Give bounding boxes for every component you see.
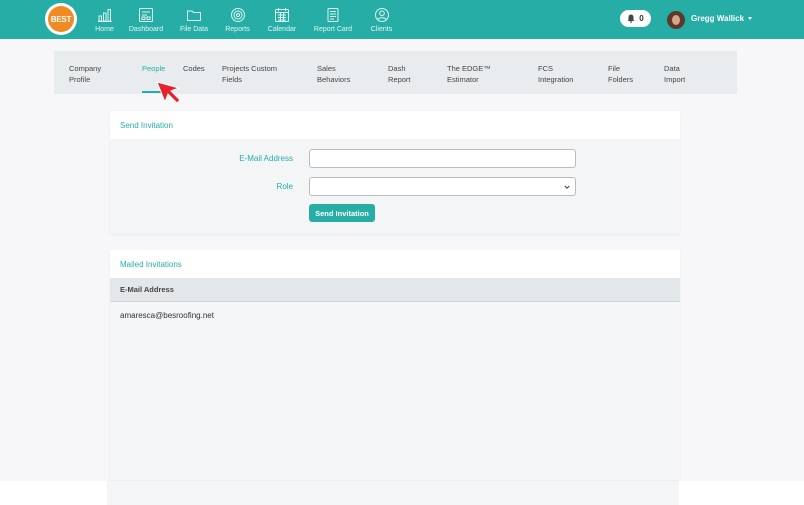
tab-label-line1: Codes [183,64,205,73]
tab-label-line1: Company [69,64,102,73]
column-header-email: E-Mail Address [120,285,174,294]
logo-badge: BEST [48,6,74,32]
nav-label: Clients [370,26,393,33]
chevron-down-icon [564,185,570,189]
nav-label: Reports [225,26,250,33]
avatar-face [672,15,680,25]
nav-calendar[interactable]: Calendar [258,0,306,39]
report-card-icon [327,8,339,22]
tab-file-folders[interactable]: File Folders [608,64,633,85]
tab-label-line1: Dash [388,64,406,73]
tab-projects-custom-fields[interactable]: Projects Custom Fields [222,64,277,85]
calendar-icon [275,8,289,22]
target-icon [230,8,245,22]
logo-text: BEST [50,14,72,24]
tab-label-line1: FCS [538,64,553,73]
avatar[interactable] [667,11,685,29]
tab-label-line2: Folders [608,74,634,84]
email-field[interactable] [309,149,576,168]
nav-label: File Data [179,26,208,33]
nav-clients[interactable]: Clients [360,0,403,39]
tab-label-line2: Behaviors [317,74,351,84]
tab-company-profile[interactable]: Company Profile [69,64,101,85]
nav-dashboard[interactable]: Dashboard [121,0,171,39]
role-select[interactable] [309,177,576,196]
card-title: Mailed Invitations [110,250,680,278]
tab-dash-report[interactable]: Dash Report [388,64,411,85]
notifications-button[interactable]: 0 [620,10,651,27]
email-label: E-Mail Address [239,154,293,163]
content-panel-bottom [107,481,679,505]
send-invitation-button[interactable]: Send Invitation [309,204,375,222]
nav-home[interactable]: Home [88,0,121,39]
tab-sales-behaviors[interactable]: Sales Behaviors [317,64,350,85]
dashboard-icon [139,8,153,22]
tab-label-line2: Integration [538,74,574,84]
tab-label-line1: File [608,64,621,73]
bar-chart-icon [97,9,112,22]
user-circle-icon [374,8,389,22]
bell-icon [627,14,635,23]
table-header: E-Mail Address [110,278,680,302]
nav-label: Dashboard [128,26,164,33]
card-title: Send Invitation [110,111,680,139]
tab-label-line1: The EDGE™ [447,64,491,73]
tab-label-line1: Sales [317,64,336,73]
tab-label-line1: People [142,64,166,73]
tab-label-line2: Profile [69,74,91,84]
mailed-invitations-card: Mailed Invitations E-Mail Address amares… [110,250,680,480]
tab-data-import[interactable]: Data Import [664,64,685,85]
nav-label: Home [95,26,114,33]
nav-reports[interactable]: Reports [217,0,258,39]
company-logo[interactable]: BEST [45,3,77,35]
nav-label: Report Card [313,26,353,33]
tab-people[interactable]: People [142,64,165,75]
tab-codes[interactable]: Codes [183,64,205,75]
chevron-down-icon[interactable] [748,17,752,20]
nav-label: Calendar [267,26,297,33]
send-invitation-card: Send Invitation E-Mail Address Role Send… [110,111,680,234]
user-name[interactable]: Gregg Wallick [691,14,744,23]
tab-label-line2: Import [664,74,686,84]
tab-edge-estimator[interactable]: The EDGE™ Estimator [447,64,491,85]
nav-report-card[interactable]: Report Card [306,0,360,39]
table-row: amaresca@besroofing.net [110,302,680,328]
tab-label-line2: Estimator [447,74,479,84]
main-nav: Home Dashboard File Data Reports Calenda… [88,0,403,39]
notification-count: 0 [639,14,644,23]
tab-fcs-integration[interactable]: FCS Integration [538,64,573,85]
role-label: Role [276,182,293,191]
tab-label-line1: Data [664,64,680,73]
tab-label-line2: Fields [222,74,243,84]
tab-label-line2: Report [388,74,411,84]
mouse-pointer-icon [156,81,181,104]
folder-icon [187,10,201,21]
table-cell-email: amaresca@besroofing.net [120,310,214,320]
nav-file-data[interactable]: File Data [171,0,217,39]
top-navbar: BEST Home Dashboard File Data Reports Ca… [0,0,804,39]
tab-label-line1: Projects Custom [222,64,278,73]
